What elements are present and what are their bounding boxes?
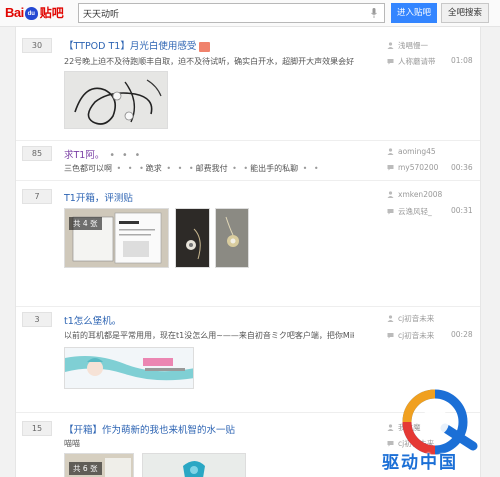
- reply-icon: [387, 59, 394, 65]
- excerpt-part-2: 跪求: [145, 164, 162, 173]
- last-reply-name: my570200: [398, 163, 439, 172]
- reply-count-badge: 7: [22, 189, 52, 204]
- thread-thumbnail-earphones[interactable]: [64, 71, 168, 129]
- thread-thumbnail-earphone-dark[interactable]: [175, 208, 210, 268]
- thread-item: 7 T1开箱，评测贴 xmken2008 云逸风轻_ 00:31 共 4 张: [16, 181, 480, 307]
- reply-count-badge: 85: [22, 146, 52, 161]
- last-reply-user[interactable]: cj初音未来: [387, 330, 434, 341]
- thread-excerpt: 以前的耳机都是平常用用，现在t1没怎么用~——来自初音ミク吧客户端，把你Mik…: [64, 331, 354, 340]
- author-icon: [387, 315, 394, 322]
- reply-icon: [387, 333, 394, 339]
- thread-title-text: 【TTPOD T1】月光白使用感受: [64, 41, 197, 52]
- excerpt-part-3: 邮费我付: [195, 164, 228, 173]
- author-icon: [387, 191, 394, 198]
- image-count-label: 共 4 张: [69, 217, 102, 230]
- thread-author[interactable]: xmken2008: [387, 190, 442, 199]
- reply-count-badge: 15: [22, 421, 52, 436]
- thread-title-link[interactable]: T1开箱，评测贴: [64, 190, 133, 204]
- last-reply-time: 00:28: [451, 330, 473, 339]
- blue-earphone-image: [143, 454, 245, 477]
- thread-title-link[interactable]: 【开箱】作为萌新的我也来机智的水一贴: [64, 422, 235, 436]
- author-name: 浅唱慢一: [398, 41, 428, 50]
- thread-excerpt: 三色都可以啊 • • •跪求 • • •邮费我付 • •能出手的私聊 • •: [64, 163, 354, 174]
- last-reply-time: 00:31: [451, 206, 473, 215]
- thread-excerpt: 喵喵: [64, 439, 80, 448]
- thread-author[interactable]: cj初音未来: [387, 313, 434, 324]
- last-reply-name: 人称蘑请带: [398, 57, 436, 66]
- earphone-photo-image: [216, 209, 248, 267]
- reply-count-badge: 30: [22, 38, 52, 53]
- dots-separator: • • •: [161, 164, 196, 173]
- thread-title-link[interactable]: t1怎么堡机。: [64, 313, 121, 327]
- logo-tieba-text: 贴吧: [39, 6, 64, 20]
- dots-separator: • •: [227, 164, 251, 173]
- reply-icon: [387, 165, 394, 171]
- earphone-photo-image: [176, 209, 209, 267]
- thread-title-link[interactable]: 【TTPOD T1】月光白使用感受: [64, 38, 211, 52]
- author-name: aoming45: [398, 147, 436, 156]
- thread-title-text: 求T1阿。: [64, 150, 105, 161]
- author-name: cj初音未来: [398, 314, 435, 323]
- top-bar: Bai du 贴吧 进入贴吧 全吧搜索: [0, 0, 500, 27]
- thread-item: 85 求T1阿。 • • • 三色都可以啊 • • •跪求 • • •邮费我付 …: [16, 141, 480, 181]
- earphones-image: [65, 72, 167, 128]
- logo-paw-icon: du: [24, 6, 38, 20]
- baidu-tieba-logo[interactable]: Bai du 贴吧: [5, 3, 64, 23]
- reply-icon: [387, 209, 394, 215]
- last-reply-name: 云逸风轻_: [398, 207, 432, 216]
- search-all-tieba-button[interactable]: 全吧搜索: [441, 3, 489, 23]
- reply-count-badge: 3: [22, 312, 52, 327]
- thread-thumbnail-unbox[interactable]: 共 6 张: [64, 453, 134, 477]
- enter-tieba-button[interactable]: 进入贴吧: [391, 3, 437, 23]
- logo-bai-text: Bai: [5, 5, 24, 20]
- microphone-icon[interactable]: [371, 8, 377, 18]
- author-icon: [387, 42, 394, 49]
- author-icon: [387, 148, 394, 155]
- last-reply-time: 00:36: [451, 163, 473, 172]
- thread-author[interactable]: aoming45: [387, 147, 436, 156]
- author-name: xmken2008: [398, 190, 443, 199]
- last-reply-user[interactable]: 云逸风轻_: [387, 206, 432, 217]
- hot-tag-icon: [199, 41, 211, 52]
- watermark-text: 驱动中国: [382, 453, 458, 473]
- thread-excerpt: 22号晚上迫不及待跑顺丰自取，迫不及待试听，确实白开水，超脚开大声效果会好……: [64, 57, 354, 66]
- excerpt-part-1: 三色都可以啊: [64, 164, 112, 173]
- thread-thumbnail-blue-earphone[interactable]: [142, 453, 246, 477]
- thread-title-link[interactable]: 求T1阿。 • • •: [64, 147, 142, 161]
- last-reply-name: cj初音未来: [398, 331, 435, 340]
- last-reply-user[interactable]: 人称蘑请带: [387, 56, 436, 67]
- image-count-label: 共 6 张: [69, 462, 102, 475]
- anime-banner-image: [65, 348, 193, 388]
- thread-thumbnail-box[interactable]: 共 4 张: [64, 208, 169, 268]
- dots-separator: • • •: [112, 164, 146, 173]
- thread-author[interactable]: 浅唱慢一: [387, 40, 428, 51]
- dots-separator: • • •: [104, 150, 143, 161]
- search-input[interactable]: [79, 4, 359, 22]
- thread-thumbnail-miku-banner[interactable]: [64, 347, 194, 389]
- last-reply-time: 01:08: [451, 56, 473, 65]
- dots-separator: • •: [298, 164, 321, 173]
- excerpt-part-4: 能出手的私聊: [250, 164, 299, 173]
- search-box: [78, 3, 385, 23]
- thread-thumbnail-earphone-light[interactable]: [215, 208, 249, 268]
- last-reply-user[interactable]: my570200: [387, 163, 438, 172]
- thread-item: 30 【TTPOD T1】月光白使用感受 22号晚上迫不及待跑顺丰自取，迫不及待…: [16, 27, 480, 141]
